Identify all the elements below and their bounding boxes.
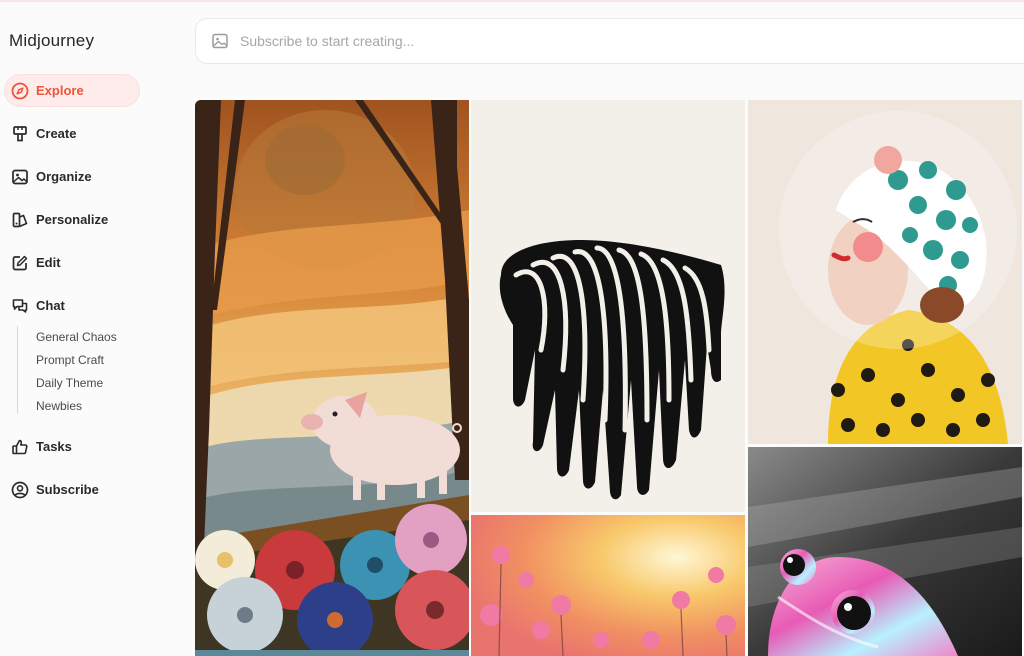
nav-explore[interactable]: Explore <box>4 74 140 107</box>
nav-label: Explore <box>36 83 84 98</box>
gallery-image-helmet[interactable] <box>748 100 1022 444</box>
chat-channel-daily-theme[interactable]: Daily Theme <box>36 376 103 390</box>
gallery-image-drip[interactable] <box>471 100 745 512</box>
image-icon <box>11 168 29 186</box>
chat-channel-prompt-craft[interactable]: Prompt Craft <box>36 353 104 367</box>
chat-channel-general-chaos[interactable]: General Chaos <box>36 330 117 344</box>
nav-subscribe[interactable]: Subscribe <box>4 473 140 506</box>
gallery-image-flowers[interactable] <box>471 515 745 656</box>
gallery-image-frog[interactable] <box>748 447 1022 656</box>
sidebar: Midjourney Explore Create Organize Perso… <box>0 0 180 656</box>
nav-chat[interactable]: Chat <box>4 289 140 322</box>
edit-icon <box>11 254 29 272</box>
image-icon <box>211 32 229 50</box>
nav-label: Subscribe <box>36 482 99 497</box>
nav-organize[interactable]: Organize <box>4 160 140 193</box>
nav-label: Tasks <box>36 439 72 454</box>
prompt-bar[interactable] <box>195 18 1024 64</box>
nav-label: Edit <box>36 255 61 270</box>
nav-edit[interactable]: Edit <box>4 246 140 279</box>
gallery-image-partial[interactable] <box>195 650 469 656</box>
thumbs-up-icon <box>11 438 29 456</box>
compass-icon <box>11 82 29 100</box>
chat-channel-list: General Chaos Prompt Craft Daily Theme N… <box>17 326 167 414</box>
user-circle-icon <box>11 481 29 499</box>
gallery-image-pig[interactable] <box>195 100 469 650</box>
nav-personalize[interactable]: Personalize <box>4 203 140 236</box>
paintbrush-icon <box>11 125 29 143</box>
prompt-input[interactable] <box>240 33 840 49</box>
nav-label: Organize <box>36 169 92 184</box>
chat-channel-newbies[interactable]: Newbies <box>36 399 82 413</box>
app-logo-text[interactable]: Midjourney <box>9 31 94 51</box>
nav-tasks[interactable]: Tasks <box>4 430 140 463</box>
nav-label: Create <box>36 126 77 141</box>
nav-create[interactable]: Create <box>4 117 140 150</box>
nav-label: Personalize <box>36 212 109 227</box>
palette-icon <box>11 211 29 229</box>
chat-icon <box>11 297 29 315</box>
nav-label: Chat <box>36 298 65 313</box>
